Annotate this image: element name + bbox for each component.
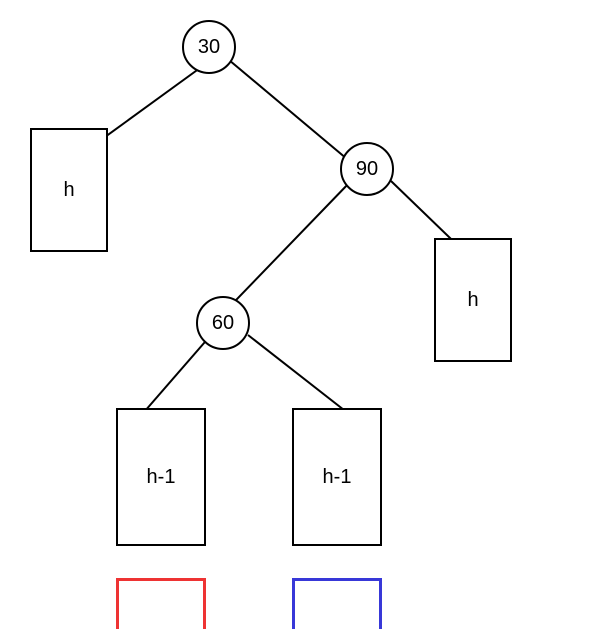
subtree-left: h: [30, 128, 108, 252]
edge-rightleft-rlleftsub: [145, 334, 212, 411]
subtree-right-right-label: h: [467, 289, 478, 312]
node-right-left: 60: [196, 296, 250, 350]
subtree-rl-left: h-1: [116, 408, 206, 546]
subtree-right-right: h: [434, 238, 512, 362]
node-root: 30: [182, 20, 236, 74]
node-right: 90: [340, 142, 394, 196]
edge-right-rightleft: [227, 180, 351, 309]
subtree-rl-left-label: h-1: [147, 466, 176, 489]
annotation-blue-rect: [292, 578, 382, 629]
node-right-value: 90: [356, 158, 378, 181]
subtree-left-label: h: [63, 179, 74, 202]
tree-diagram: 30 h 90 h 60 h-1 h-1: [0, 0, 612, 629]
edge-rightleft-rlrightsub: [247, 334, 355, 419]
node-right-left-value: 60: [212, 312, 234, 335]
node-root-value: 30: [198, 36, 220, 59]
edge-root-right: [228, 59, 360, 170]
subtree-rl-right: h-1: [292, 408, 382, 546]
annotation-red-rect: [116, 578, 206, 629]
subtree-rl-right-label: h-1: [323, 466, 352, 489]
